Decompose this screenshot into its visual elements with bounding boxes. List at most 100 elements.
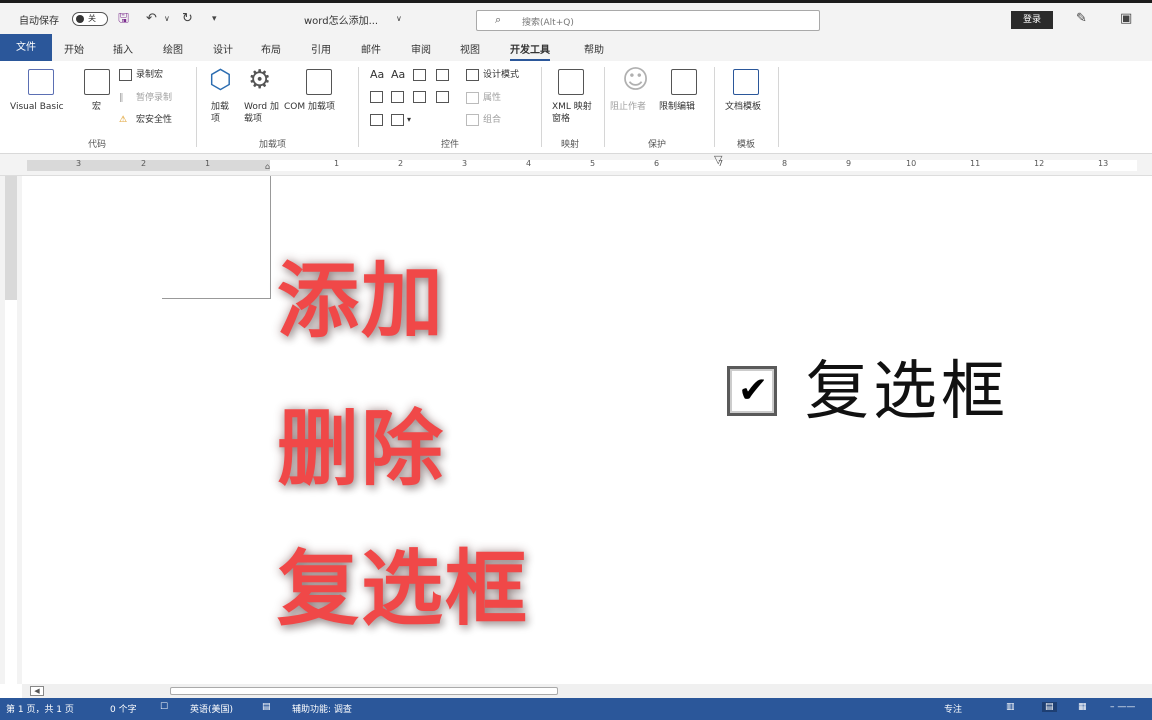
group-divider xyxy=(196,67,197,147)
tab-references[interactable]: 引用 xyxy=(311,41,331,56)
properties-button[interactable]: 属性 xyxy=(483,92,501,104)
ruler-number: 6 xyxy=(654,159,660,168)
design-mode-icon xyxy=(466,69,479,81)
tab-design[interactable]: 设计 xyxy=(213,41,233,56)
group-button[interactable]: 组合 xyxy=(483,114,501,126)
tab-help[interactable]: 帮助 xyxy=(584,41,604,56)
gear-icon: ⚙ xyxy=(248,65,272,95)
undo-dropdown-icon[interactable]: ∨ xyxy=(164,11,170,27)
record-macro-button[interactable]: 录制宏 xyxy=(136,69,163,81)
checkbox-control-icon[interactable] xyxy=(370,91,383,103)
protect-group-label: 保护 xyxy=(648,140,667,150)
redo-icon[interactable]: ↻ xyxy=(182,11,193,27)
code-group-label: 代码 xyxy=(88,140,107,150)
scroll-left-button[interactable]: ◀ xyxy=(30,686,44,696)
tab-review[interactable]: 审阅 xyxy=(411,41,431,56)
controls-group-label: 控件 xyxy=(441,140,460,150)
tab-insert[interactable]: 插入 xyxy=(113,41,133,56)
xml-mapping-pane-button[interactable]: XML 映射窗格 xyxy=(552,101,592,125)
group-divider xyxy=(714,67,715,147)
document-title[interactable]: word怎么添加... xyxy=(304,12,378,27)
status-bar: 第 1 页，共 1 页 0 个字 ☐ 英语(美国) ▤ 辅助功能: 调查 专注 … xyxy=(0,698,1152,720)
print-layout-icon[interactable]: ▤ xyxy=(1042,702,1057,712)
overlay-title-line-2: 删除 xyxy=(277,402,446,497)
search-box[interactable]: ⌕ 搜索(Alt+Q) xyxy=(476,10,820,31)
ruler-number: 9 xyxy=(846,159,852,168)
page-count[interactable]: 第 1 页，共 1 页 xyxy=(6,702,74,715)
visual-basic-button[interactable]: Visual Basic xyxy=(10,101,64,113)
block-authors-icon: ☺ xyxy=(622,65,650,95)
picture-control-icon[interactable] xyxy=(413,69,426,81)
ribbon-display-icon[interactable]: ▣ xyxy=(1120,11,1132,27)
repeating-section-control-icon[interactable] xyxy=(370,114,383,126)
ruler-number: 12 xyxy=(1034,159,1045,168)
document-template-button[interactable]: 文档模板 xyxy=(725,101,761,113)
macro-record-icon[interactable]: ▤ xyxy=(262,702,271,712)
group-divider xyxy=(358,67,359,147)
tab-mailings[interactable]: 邮件 xyxy=(361,41,381,56)
horizontal-scrollbar[interactable]: ◀ xyxy=(22,684,1152,698)
restrict-editing-button[interactable]: 限制编辑 xyxy=(659,101,695,113)
legacy-tools-icon[interactable] xyxy=(391,114,404,126)
date-picker-control-icon[interactable] xyxy=(436,91,449,103)
group-divider xyxy=(604,67,605,147)
group-divider xyxy=(778,67,779,147)
macros-button[interactable]: 宏 xyxy=(92,101,101,113)
title-dropdown-icon[interactable]: ∨ xyxy=(396,11,402,27)
plain-text-control-icon[interactable]: Aa xyxy=(391,69,405,81)
tab-home[interactable]: 开始 xyxy=(64,41,84,56)
macro-security-button[interactable]: 宏安全性 xyxy=(136,114,172,126)
block-authors-button[interactable]: 阻止作者 xyxy=(610,101,646,113)
ruler-number: 2 xyxy=(141,159,147,168)
accessibility-status[interactable]: 辅助功能: 调查 xyxy=(292,702,352,715)
focus-mode-button[interactable]: 专注 xyxy=(944,702,962,715)
com-addins-button[interactable]: COM 加载项 xyxy=(284,101,335,113)
combo-box-control-icon[interactable] xyxy=(391,91,404,103)
tab-developer[interactable]: 开发工具 xyxy=(510,41,550,61)
checkbox-label: 复选框 xyxy=(805,355,1009,429)
checkbox-content-control[interactable]: ✔ xyxy=(727,366,777,416)
word-addins-button[interactable]: Word 加载项 xyxy=(244,101,280,125)
horizontal-ruler[interactable]: 3 2 1 1 2 3 4 5 6 7 8 9 10 11 12 13 ⌂ ▽ xyxy=(0,153,1152,176)
language[interactable]: 英语(美国) xyxy=(190,702,233,715)
document-page[interactable]: 添加 删除 复选框 ✔ 复选框 xyxy=(22,176,1152,684)
dropdown-control-icon[interactable] xyxy=(413,91,426,103)
ruler-number: 2 xyxy=(398,159,404,168)
ribbon: Visual Basic 宏 录制宏 ‖ 暂停录制 ⚠ 宏安全性 代码 ⬡ 加载… xyxy=(0,61,1152,154)
autosave-toggle[interactable]: 关 xyxy=(72,12,108,26)
ruler-number: 13 xyxy=(1098,159,1109,168)
login-button[interactable]: 登录 xyxy=(1011,11,1053,29)
customize-qat-icon[interactable]: ▾ xyxy=(212,11,217,27)
overlay-title-line-3: 复选框 xyxy=(277,542,530,637)
tab-view[interactable]: 视图 xyxy=(460,41,480,56)
ruler-number: 3 xyxy=(76,159,82,168)
scroll-thumb[interactable] xyxy=(170,687,558,695)
vertical-ruler[interactable] xyxy=(0,176,22,684)
word-count[interactable]: 0 个字 xyxy=(110,702,137,715)
read-mode-icon[interactable]: ▥ xyxy=(1006,702,1015,712)
undo-icon[interactable]: ↶ xyxy=(146,11,157,27)
right-indent-marker-icon[interactable]: ▽ xyxy=(714,153,722,166)
toggle-knob xyxy=(76,15,84,23)
web-layout-icon[interactable]: ▦ xyxy=(1078,702,1087,712)
save-icon[interactable]: 🖫 xyxy=(118,11,129,27)
chevron-down-icon[interactable]: ▾ xyxy=(407,114,411,126)
autosave-state: 关 xyxy=(88,14,96,23)
pause-recording-button[interactable]: 暂停录制 xyxy=(136,92,172,104)
search-placeholder: 搜索(Alt+Q) xyxy=(522,18,574,28)
pen-icon[interactable]: ✎ xyxy=(1076,11,1087,27)
rich-text-control-icon[interactable]: Aa xyxy=(370,69,384,81)
tab-layout[interactable]: 布局 xyxy=(261,41,281,56)
addins-button[interactable]: 加载项 xyxy=(211,101,235,125)
ruler-number: 11 xyxy=(970,159,981,168)
tab-file[interactable]: 文件 xyxy=(0,34,52,61)
left-indent-marker-icon[interactable]: ⌂ xyxy=(265,162,270,171)
building-block-control-icon[interactable] xyxy=(436,69,449,81)
zoom-slider[interactable]: – —— xyxy=(1110,702,1135,712)
tab-draw[interactable]: 绘图 xyxy=(163,41,183,56)
ruler-margin xyxy=(5,176,17,300)
proofing-icon[interactable]: ☐ xyxy=(160,702,168,712)
design-mode-button[interactable]: 设计模式 xyxy=(483,69,519,81)
group-divider xyxy=(541,67,542,147)
pause-icon: ‖ xyxy=(119,93,124,103)
